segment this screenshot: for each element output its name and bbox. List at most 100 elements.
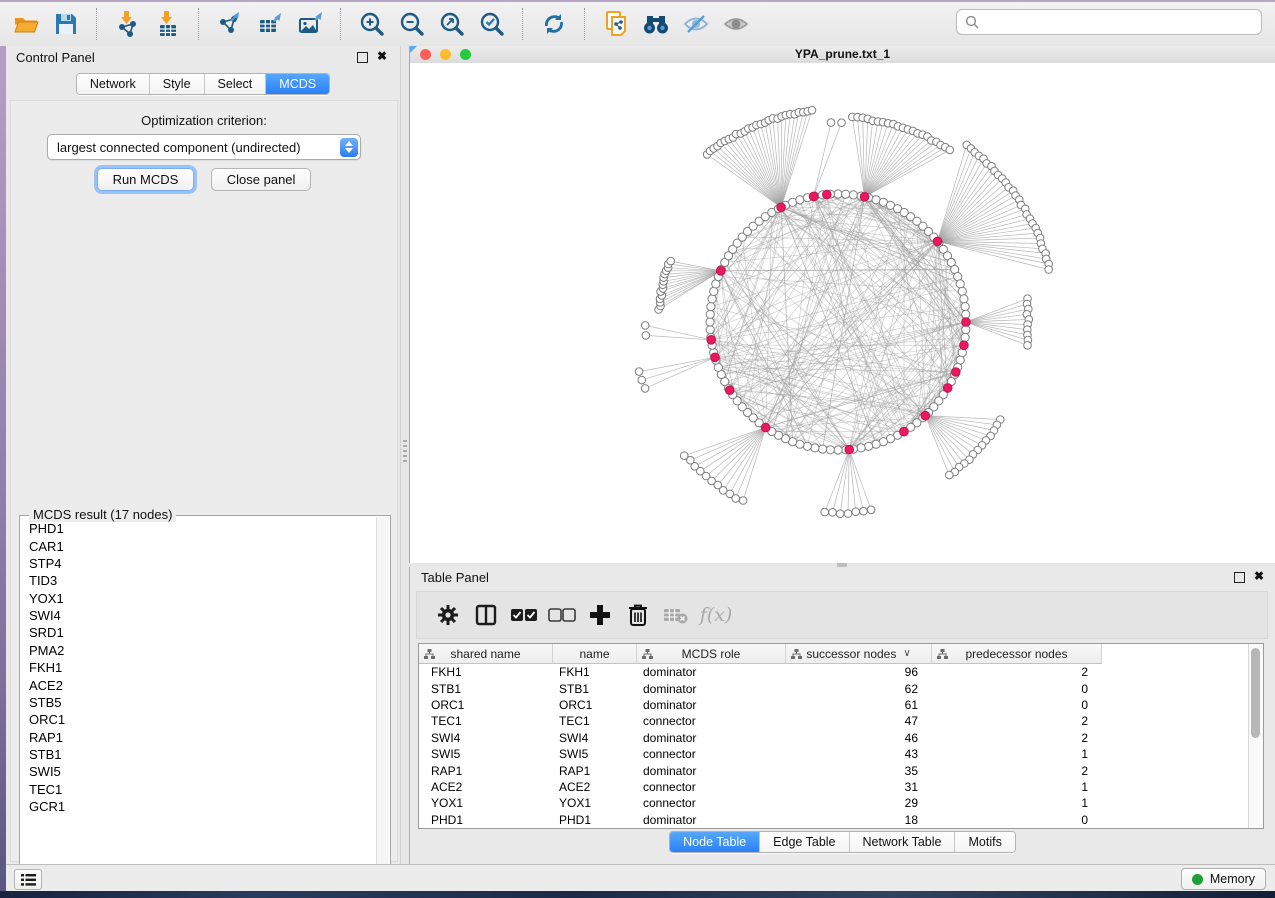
graph-node[interactable]: [960, 295, 968, 303]
table-row[interactable]: RAP1RAP1dominator352: [419, 762, 1249, 778]
export-network-button[interactable]: [210, 7, 250, 41]
show-column-panel-button[interactable]: [467, 597, 505, 633]
refresh-view-button[interactable]: [534, 7, 574, 41]
table-cell[interactable]: dominator: [637, 813, 786, 827]
mcds-result-item[interactable]: TEC1: [21, 781, 373, 798]
table-row[interactable]: ORC1ORC1dominator610: [419, 697, 1249, 713]
optimization-criterion-select[interactable]: largest connected component (undirected): [47, 134, 361, 160]
table-cell[interactable]: SWI4: [419, 731, 553, 745]
import-table-button[interactable]: [148, 7, 188, 41]
graph-node[interactable]: [803, 442, 811, 450]
table-cell[interactable]: STB1: [419, 682, 553, 696]
table-cell[interactable]: 2: [932, 714, 1102, 728]
graph-node-mcds[interactable]: [943, 384, 952, 393]
mcds-result-item[interactable]: ACE2: [21, 676, 373, 693]
graph-node-mcds[interactable]: [823, 190, 832, 199]
graph-node[interactable]: [961, 333, 969, 341]
table-cell[interactable]: FKH1: [419, 665, 553, 679]
table-row[interactable]: SWI4SWI4dominator462: [419, 730, 1249, 746]
close-panel-icon[interactable]: ✖: [1254, 569, 1264, 583]
network-canvas[interactable]: [410, 63, 1275, 563]
tab-network[interactable]: Network: [77, 74, 149, 94]
table-cell[interactable]: 43: [786, 747, 932, 761]
table-cell[interactable]: TEC1: [553, 714, 637, 728]
graph-node-mcds[interactable]: [921, 411, 930, 420]
graph-node-satellite[interactable]: [667, 257, 675, 265]
open-file-button[interactable]: [6, 7, 46, 41]
graph-node[interactable]: [708, 295, 716, 303]
column-header-successor-nodes[interactable]: successor nodes∨: [786, 644, 932, 664]
graph-node[interactable]: [956, 280, 964, 288]
graph-node-satellite[interactable]: [821, 508, 829, 516]
graph-node-mcds[interactable]: [933, 237, 942, 246]
table-cell[interactable]: TEC1: [419, 714, 553, 728]
run-mcds-button[interactable]: Run MCDS: [97, 168, 195, 191]
graph-node[interactable]: [707, 303, 715, 311]
tab-mcds[interactable]: MCDS: [265, 74, 329, 94]
graph-node[interactable]: [710, 287, 718, 295]
save-session-button[interactable]: [46, 7, 86, 41]
graph-node-satellite[interactable]: [946, 471, 954, 479]
table-cell[interactable]: connector: [637, 796, 786, 810]
export-image-button[interactable]: [290, 7, 330, 41]
graph-node-satellite[interactable]: [641, 385, 649, 393]
graph-node-satellite[interactable]: [838, 119, 846, 127]
graph-node-satellite[interactable]: [836, 510, 844, 518]
graph-node-mcds[interactable]: [711, 353, 720, 362]
mcds-result-item[interactable]: CAR1: [21, 537, 373, 554]
table-row[interactable]: SWI5SWI5connector431: [419, 746, 1249, 762]
graph-node[interactable]: [865, 442, 873, 450]
table-row[interactable]: PHD1PHD1dominator180: [419, 812, 1249, 828]
close-panel-button[interactable]: Close panel: [211, 168, 312, 191]
create-column-button[interactable]: [581, 597, 619, 633]
tab-select[interactable]: Select: [204, 74, 266, 94]
graph-node-satellite[interactable]: [1024, 342, 1032, 350]
table-cell[interactable]: 0: [932, 698, 1102, 712]
graph-node-satellite[interactable]: [808, 106, 816, 114]
graph-node-satellite[interactable]: [867, 506, 875, 514]
table-cell[interactable]: FKH1: [553, 665, 637, 679]
table-cell[interactable]: PHD1: [419, 813, 553, 827]
graph-node-mcds[interactable]: [716, 267, 725, 276]
mcds-result-item[interactable]: SRD1: [21, 624, 373, 641]
mcds-result-item[interactable]: STB1: [21, 746, 373, 763]
table-cell[interactable]: 2: [932, 665, 1102, 679]
graph-node[interactable]: [958, 287, 966, 295]
graph-node[interactable]: [857, 444, 865, 452]
graph-node[interactable]: [842, 190, 850, 198]
table-cell[interactable]: 2: [932, 731, 1102, 745]
graph-node-satellite[interactable]: [860, 507, 868, 515]
graph-node[interactable]: [849, 191, 857, 199]
network-search-box[interactable]: [956, 9, 1262, 35]
table-cell[interactable]: 1: [932, 780, 1102, 794]
mcds-result-item[interactable]: ORC1: [21, 711, 373, 728]
show-hidden-button[interactable]: [716, 7, 756, 41]
table-cell[interactable]: 61: [786, 698, 932, 712]
mcds-result-list[interactable]: PHD1CAR1STP4TID3YOX1SWI4SRD1PMA2FKH1ACE2…: [21, 520, 373, 880]
graph-node[interactable]: [706, 318, 714, 326]
graph-node-satellite[interactable]: [1045, 266, 1053, 274]
table-cell[interactable]: 18: [786, 813, 932, 827]
table-cell[interactable]: connector: [637, 747, 786, 761]
close-panel-icon[interactable]: ✖: [377, 49, 387, 63]
hide-selected-button[interactable]: [676, 7, 716, 41]
task-history-button[interactable]: [14, 869, 42, 890]
tab-motifs[interactable]: Motifs: [954, 832, 1014, 852]
column-header-shared-name[interactable]: shared name: [419, 644, 553, 664]
table-cell[interactable]: ORC1: [419, 698, 553, 712]
search-network-button[interactable]: [636, 7, 676, 41]
delete-table-button[interactable]: [657, 597, 695, 633]
mcds-result-item[interactable]: RAP1: [21, 729, 373, 746]
table-cell[interactable]: 2: [932, 764, 1102, 778]
graph-node-mcds[interactable]: [860, 193, 869, 202]
zoom-fit-button[interactable]: [432, 7, 472, 41]
column-header-name[interactable]: name: [553, 644, 637, 664]
graph-node-mcds[interactable]: [962, 318, 971, 327]
column-header-MCDS-role[interactable]: MCDS role: [637, 644, 786, 664]
mcds-result-item[interactable]: FKH1: [21, 659, 373, 676]
select-all-rows-button[interactable]: [505, 597, 543, 633]
tab-node-table[interactable]: Node Table: [670, 832, 759, 852]
table-cell[interactable]: dominator: [637, 682, 786, 696]
graph-node[interactable]: [706, 326, 714, 334]
import-network-button[interactable]: [108, 7, 148, 41]
